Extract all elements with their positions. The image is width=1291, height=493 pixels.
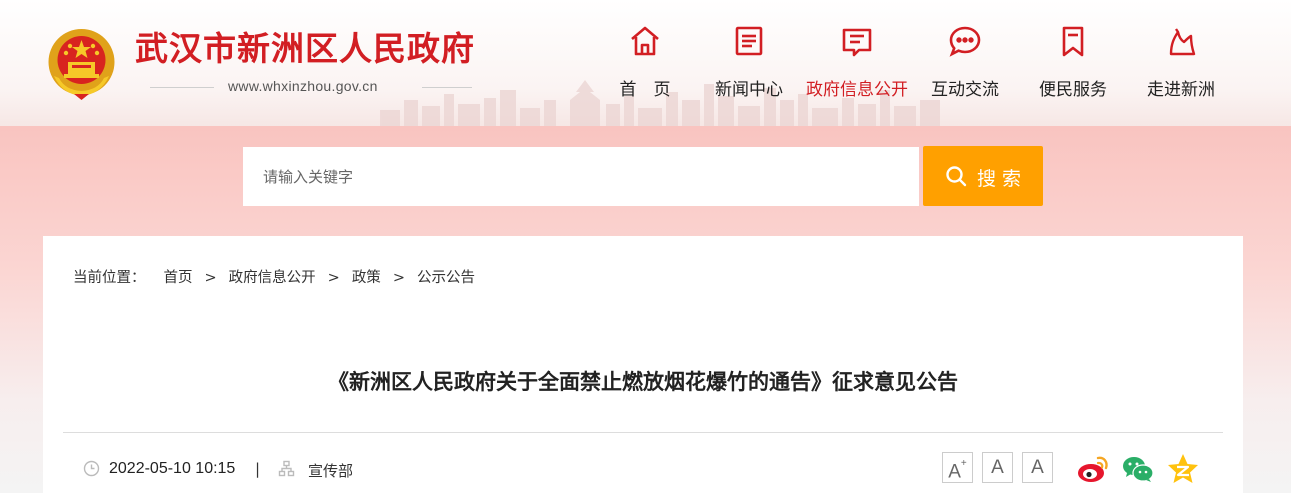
qzone-icon[interactable] bbox=[1166, 452, 1200, 486]
breadcrumb-link-notices[interactable]: 公示公告 bbox=[417, 266, 475, 287]
article-title: 《新洲区人民政府关于全面禁止燃放烟花爆竹的通告》征求意见公告 bbox=[328, 370, 958, 394]
meta-separator: | bbox=[255, 460, 261, 478]
nav-label: 首 页 bbox=[619, 80, 671, 100]
font-size-button-label: A bbox=[991, 457, 1004, 478]
publish-department: 宣传部 bbox=[308, 462, 354, 480]
search-button-label: 搜索 bbox=[977, 168, 1028, 190]
home-icon bbox=[631, 26, 659, 56]
breadcrumb: 当前位置： 首页 > 政府信息公开 > 政策 > 公示公告 bbox=[73, 266, 475, 287]
font-size-button-label: A bbox=[948, 461, 961, 483]
site-title: 武汉市新洲区人民政府 bbox=[135, 29, 475, 68]
url-divider-left bbox=[150, 87, 214, 88]
main-nav: 首 页 新闻中心 政府信息公开 互动交流 便民服务 走进新洲 bbox=[590, 20, 1280, 105]
bookmark-icon bbox=[1062, 26, 1084, 57]
font-size-increase-button[interactable]: A+ bbox=[942, 452, 973, 483]
nav-label: 走进新洲 bbox=[1147, 80, 1215, 100]
font-size-button-label: A bbox=[1031, 457, 1044, 478]
site-url: www.whxinzhou.gov.cn bbox=[228, 78, 378, 94]
breadcrumb-separator: > bbox=[327, 270, 340, 286]
site-header: 武汉市新洲区人民政府 www.whxinzhou.gov.cn 首 页 新闻中心… bbox=[0, 0, 1291, 126]
nav-item-services[interactable]: 便民服务 bbox=[1018, 20, 1128, 105]
national-emblem-logo bbox=[48, 29, 115, 100]
nav-item-home[interactable]: 首 页 bbox=[590, 20, 700, 105]
font-size-plus-sign: + bbox=[960, 458, 967, 469]
publish-date: 2022-05-10 10:15 bbox=[109, 460, 236, 477]
nav-item-interaction[interactable]: 互动交流 bbox=[910, 20, 1020, 105]
url-divider-right bbox=[422, 87, 472, 88]
news-icon bbox=[735, 26, 763, 56]
clock-icon bbox=[83, 460, 100, 477]
chat-icon bbox=[949, 26, 981, 57]
breadcrumb-link-gov-info[interactable]: 政府信息公开 bbox=[229, 266, 316, 287]
weibo-icon[interactable] bbox=[1076, 452, 1110, 486]
nav-item-about[interactable]: 走进新洲 bbox=[1126, 20, 1236, 105]
nav-item-gov-info[interactable]: 政府信息公开 bbox=[802, 20, 912, 105]
search-button[interactable]: 搜索 bbox=[923, 146, 1043, 206]
nav-label: 互动交流 bbox=[931, 80, 999, 100]
nav-label: 政府信息公开 bbox=[806, 80, 908, 100]
breadcrumb-separator: > bbox=[204, 270, 217, 286]
site-url-row: www.whxinzhou.gov.cn bbox=[150, 76, 472, 98]
landmark-icon bbox=[1169, 28, 1196, 56]
search-icon bbox=[946, 166, 967, 187]
breadcrumb-link-policy[interactable]: 政策 bbox=[352, 266, 381, 287]
search-input[interactable] bbox=[243, 147, 919, 206]
font-size-decrease-button[interactable]: A bbox=[1022, 452, 1053, 483]
org-chart-icon bbox=[278, 460, 295, 477]
nav-label: 新闻中心 bbox=[715, 80, 783, 100]
wechat-icon[interactable] bbox=[1121, 452, 1155, 486]
nav-item-news[interactable]: 新闻中心 bbox=[694, 20, 804, 105]
breadcrumb-prefix: 当前位置： bbox=[73, 270, 146, 286]
gov-info-icon bbox=[842, 28, 872, 57]
breadcrumb-separator: > bbox=[392, 270, 405, 286]
font-size-default-button[interactable]: A bbox=[982, 452, 1013, 483]
title-divider bbox=[63, 432, 1223, 433]
article-card: 当前位置： 首页 > 政府信息公开 > 政策 > 公示公告 《新洲区人民政府关于全面禁止燃放烟… bbox=[43, 236, 1243, 493]
breadcrumb-link-home[interactable]: 首页 bbox=[164, 266, 193, 287]
nav-label: 便民服务 bbox=[1039, 80, 1107, 100]
